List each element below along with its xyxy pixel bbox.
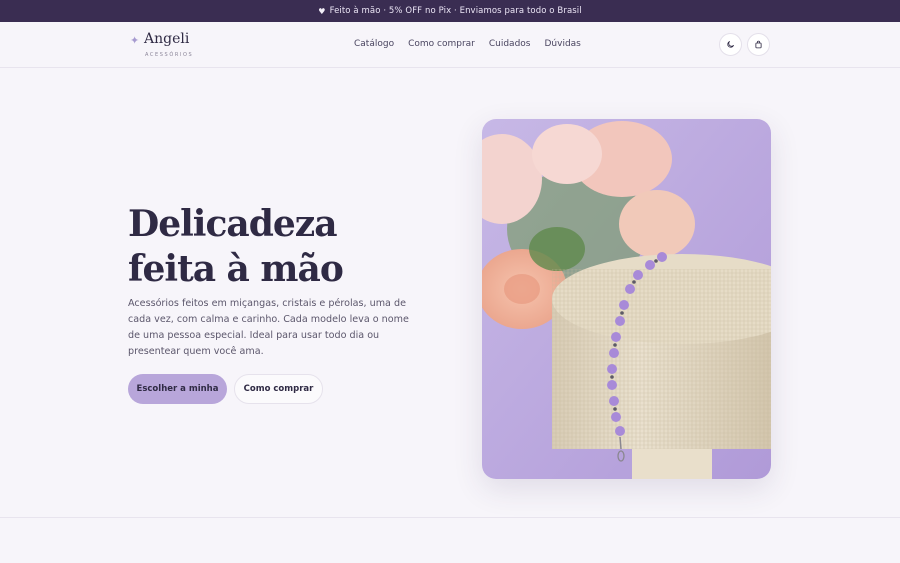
announcement-text: Feito à mão · 5% OFF no Pix · Enviamos p… bbox=[329, 6, 582, 16]
how-to-buy-button[interactable]: Como comprar bbox=[234, 374, 323, 404]
hero-description: Acessórios feitos em miçangas, cristais … bbox=[128, 298, 409, 357]
nav-link-cuidados[interactable]: Cuidados bbox=[489, 39, 531, 49]
logo-name: Angeli bbox=[144, 31, 190, 47]
hero-product-image bbox=[482, 119, 771, 479]
hero-title-line-2: feita à mão bbox=[128, 248, 344, 290]
nav-link-catalogo[interactable]: Catálogo bbox=[354, 39, 394, 49]
heart-icon: ♥ bbox=[318, 6, 326, 16]
shopping-bag-icon bbox=[755, 40, 762, 49]
choose-mine-button[interactable]: Escolher a minha bbox=[128, 374, 227, 404]
announcement-bar: ♥ Feito à mão · 5% OFF no Pix · Enviamos… bbox=[0, 0, 900, 22]
site-header: ✦ Angeli ACESSÓRIOS Catálogo Como compra… bbox=[0, 22, 900, 68]
moon-icon bbox=[727, 41, 734, 48]
logo-tagline: ACESSÓRIOS bbox=[145, 52, 194, 58]
nav-link-duvidas[interactable]: Dúvidas bbox=[544, 39, 580, 49]
nav-link-como-comprar[interactable]: Como comprar bbox=[408, 39, 475, 49]
hero-title-line-1: Delicadeza bbox=[128, 203, 338, 245]
sparkle-icon: ✦ bbox=[130, 34, 140, 47]
cart-button[interactable] bbox=[747, 33, 770, 56]
hero-title: Delicadeza feita à mão bbox=[128, 202, 344, 292]
main-nav: Catálogo Como comprar Cuidados Dúvidas bbox=[354, 39, 581, 49]
section-divider bbox=[0, 517, 900, 518]
theme-toggle-button[interactable] bbox=[719, 33, 742, 56]
